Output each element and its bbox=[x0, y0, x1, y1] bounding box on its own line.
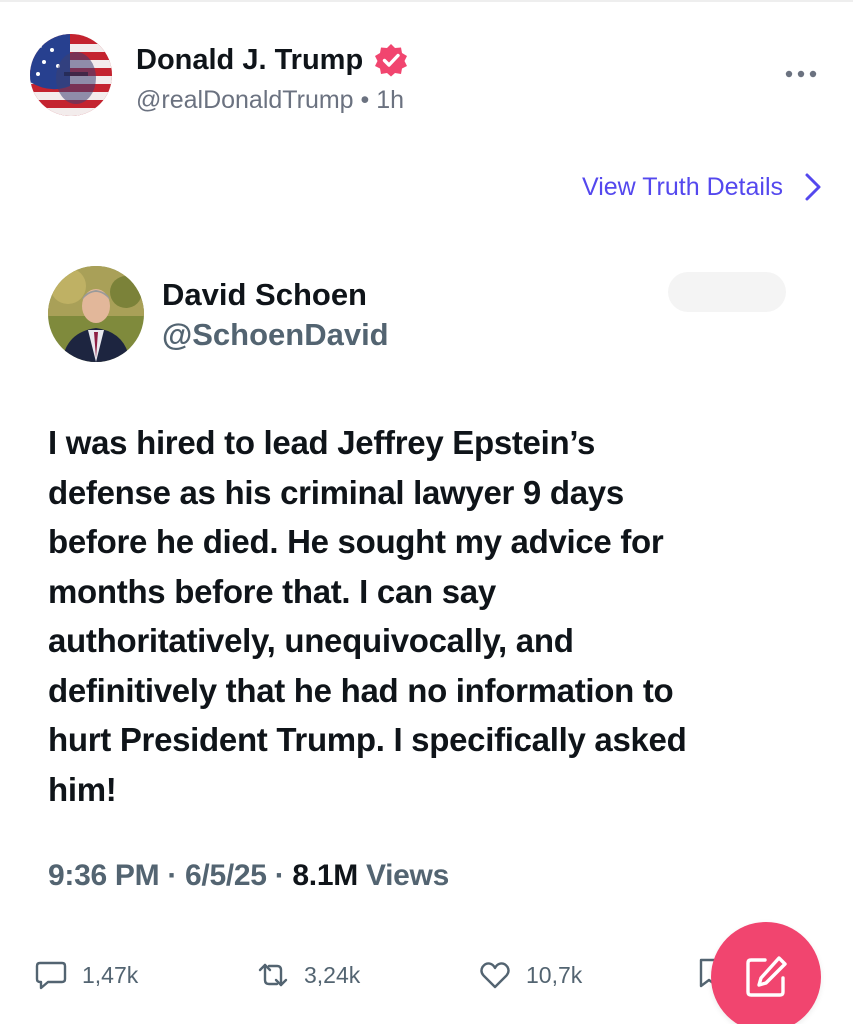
tweet-author-avatar bbox=[48, 266, 144, 362]
author-avatar[interactable] bbox=[30, 34, 112, 116]
tweet-line: definitively that he had no information … bbox=[48, 671, 674, 709]
tweet-body-text: I was hired to lead Jeffrey Epstein’s de… bbox=[48, 418, 818, 814]
tweet-author-name: David Schoen bbox=[162, 277, 367, 312]
reply-count: 1,47k bbox=[82, 961, 139, 988]
tweet-author-handle: @SchoenDavid bbox=[162, 317, 389, 352]
meta-separator: · bbox=[159, 859, 186, 892]
retruth-button[interactable]: 3,24k bbox=[256, 955, 360, 995]
tweet-line: before he died. He sought my advice for bbox=[48, 523, 664, 560]
compose-icon bbox=[746, 956, 787, 997]
tweet-views-count: 8.1M bbox=[292, 859, 358, 892]
post-header: Donald J. Trump @realDonaldTrump • 1h bbox=[30, 34, 830, 118]
tweet-line: hurt President Trump. I specifically ask… bbox=[48, 721, 687, 758]
compose-button[interactable] bbox=[711, 922, 821, 1024]
heart-icon bbox=[480, 962, 510, 989]
like-count: 10,7k bbox=[526, 961, 583, 988]
tweet-line: him! bbox=[48, 770, 117, 808]
tweet-views-label: Views bbox=[365, 859, 449, 892]
meta-separator: · bbox=[266, 859, 293, 892]
tweet-line: months before that. I can say bbox=[48, 572, 496, 610]
truth-post-page: Donald J. Trump @realDonaldTrump • 1h Vi… bbox=[0, 0, 853, 1024]
reply-icon bbox=[35, 961, 67, 990]
view-truth-details-label: View Truth Details bbox=[581, 172, 783, 201]
more-icon[interactable] bbox=[784, 64, 818, 84]
view-truth-details-link[interactable]: View Truth Details bbox=[582, 169, 823, 205]
tweet-line: defense as his criminal lawyer 9 days bbox=[48, 473, 624, 511]
like-button[interactable]: 10,7k bbox=[478, 955, 582, 995]
top-divider bbox=[0, 0, 853, 2]
retruth-icon bbox=[258, 963, 288, 987]
blurred-follow-button bbox=[668, 272, 786, 312]
chevron-right-icon bbox=[805, 173, 821, 201]
tweet-date: 6/5/25 bbox=[185, 859, 267, 892]
reply-button[interactable]: 1,47k bbox=[34, 955, 138, 995]
post-author-name[interactable]: Donald J. Trump bbox=[136, 44, 363, 77]
tweet-timestamp-views: 9:36 PM · 6/5/25 · 8.1M Views bbox=[48, 859, 449, 893]
tweet-line: authoritatively, unequivocally, and bbox=[48, 622, 574, 659]
tweet-line: I was hired to lead Jeffrey Epstein’s bbox=[48, 424, 596, 461]
retruth-count: 3,24k bbox=[304, 961, 361, 988]
verified-badge-icon bbox=[375, 44, 407, 77]
tweet-time: 9:36 PM bbox=[48, 859, 160, 892]
post-handle-time: @realDonaldTrump • 1h bbox=[136, 86, 405, 114]
